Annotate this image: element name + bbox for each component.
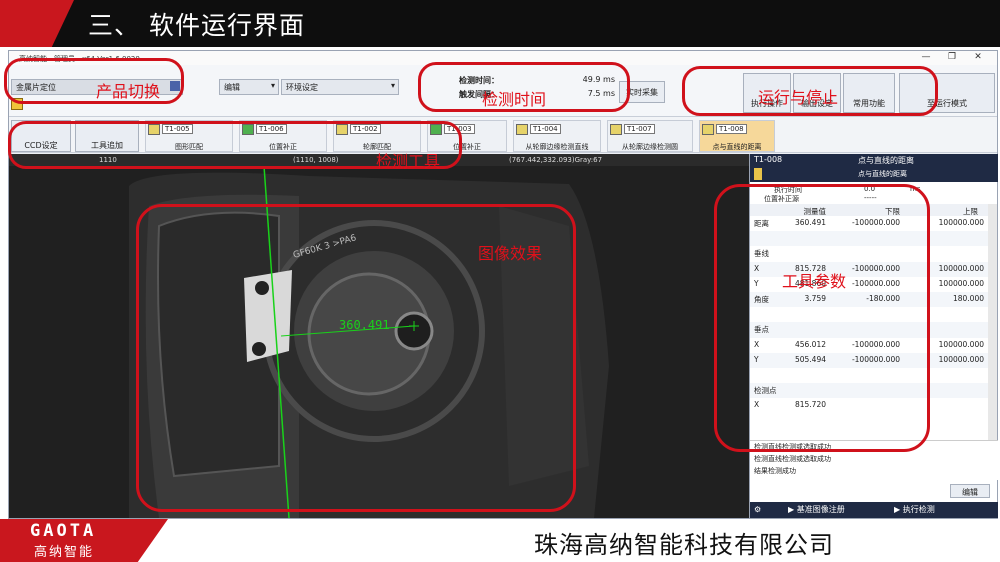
slide: { "slide": {"title": "三、 软件运行界面", "logo_… — [0, 0, 1000, 562]
tool-item[interactable]: T1-007 从轮廓边缘检测圆 — [607, 120, 693, 152]
table-cell-hi: 100000.000 — [938, 263, 984, 273]
logo-english: GAOTA — [30, 521, 97, 541]
tool-id: T1-004 — [530, 124, 561, 134]
slide-title: 三、 软件运行界面 — [88, 11, 305, 40]
chevron-down-icon: ▾ — [390, 81, 395, 90]
execute-detection-button[interactable]: ▶ 执行检测 — [894, 504, 935, 515]
tool-id: T1-007 — [624, 124, 655, 134]
register-label: 基准图像注册 — [796, 505, 845, 514]
tool-id: T1-008 — [716, 124, 747, 134]
annot-product-switch: 产品切换 — [96, 82, 161, 101]
tool-icon — [610, 124, 622, 135]
tool-name: 从轮廓边缘检测直线 — [525, 143, 589, 151]
table-cell-hi: 100000.000 — [938, 339, 984, 349]
tool-icon — [516, 124, 528, 135]
annot-detect-time: 检测时间 — [482, 90, 547, 109]
table-cell-hi: 180.000 — [952, 293, 984, 303]
log-line: 结果检测成功 — [754, 467, 796, 475]
tool-icon — [702, 124, 714, 135]
panel-tool-id: T1-008 — [754, 155, 783, 164]
maximize-icon[interactable]: ❐ — [939, 52, 965, 62]
edit-menu[interactable]: 编辑 ▾ — [219, 79, 279, 95]
env-menu-label: 环境设定 — [286, 83, 318, 92]
annot-box-params — [714, 184, 930, 452]
pixel-coordinate: (767.442,332.093)Gray:67 — [509, 156, 603, 164]
panel-tool-subtitle: 点与直线的距离 — [858, 170, 907, 178]
panel-header: T1-008 点与直线的距离 — [750, 154, 998, 166]
camera-icon[interactable]: ⚙ — [754, 505, 761, 514]
chevron-down-icon: ▾ — [270, 81, 275, 90]
table-cell-hi: 100000.000 — [938, 354, 984, 364]
annot-image-effect: 图像效果 — [478, 244, 543, 263]
table-cell-hi: 100000.000 — [938, 278, 984, 288]
annot-detection-tools: 检测工具 — [376, 152, 441, 171]
register-reference-button[interactable]: ▶ 基准图像注册 — [788, 504, 845, 515]
tool-name: 从轮廓边缘检测圆 — [622, 143, 678, 151]
panel-subheader: 点与直线的距离 — [750, 166, 998, 182]
annot-run-stop: 运行与停止 — [758, 88, 839, 107]
close-icon[interactable]: ✕ — [965, 52, 991, 62]
edit-menu-label: 编辑 — [224, 83, 240, 92]
minimize-icon[interactable]: — — [913, 52, 939, 62]
logo-chinese: 高纳智能 — [34, 545, 95, 560]
window-controls: — ❐ ✕ — [913, 52, 991, 62]
panel-scrollbar[interactable] — [988, 204, 997, 440]
company-name: 珠海高纳智能科技有限公司 — [534, 531, 834, 559]
log-line: 检测直线检测或选取成功 — [754, 455, 831, 463]
tool-item[interactable]: T1-008 点与直线的距离 — [699, 120, 775, 152]
panel-footer: ⚙ ▶ 基准图像注册 ▶ 执行检测 — [750, 502, 998, 518]
tool-item[interactable]: T1-004 从轮廓边缘检测直线 — [513, 120, 601, 152]
env-menu[interactable]: 环境设定 ▾ — [281, 79, 399, 95]
tool-color-icon — [754, 168, 762, 180]
annot-tool-params: 工具参数 — [782, 272, 847, 291]
edit-button[interactable]: 编辑 — [950, 484, 990, 498]
table-cell-hi: 100000.000 — [938, 218, 984, 227]
tool-name: 点与直线的距离 — [712, 143, 762, 151]
execute-label: 执行检测 — [902, 505, 935, 514]
panel-tool-title: 点与直线的距离 — [858, 156, 914, 165]
